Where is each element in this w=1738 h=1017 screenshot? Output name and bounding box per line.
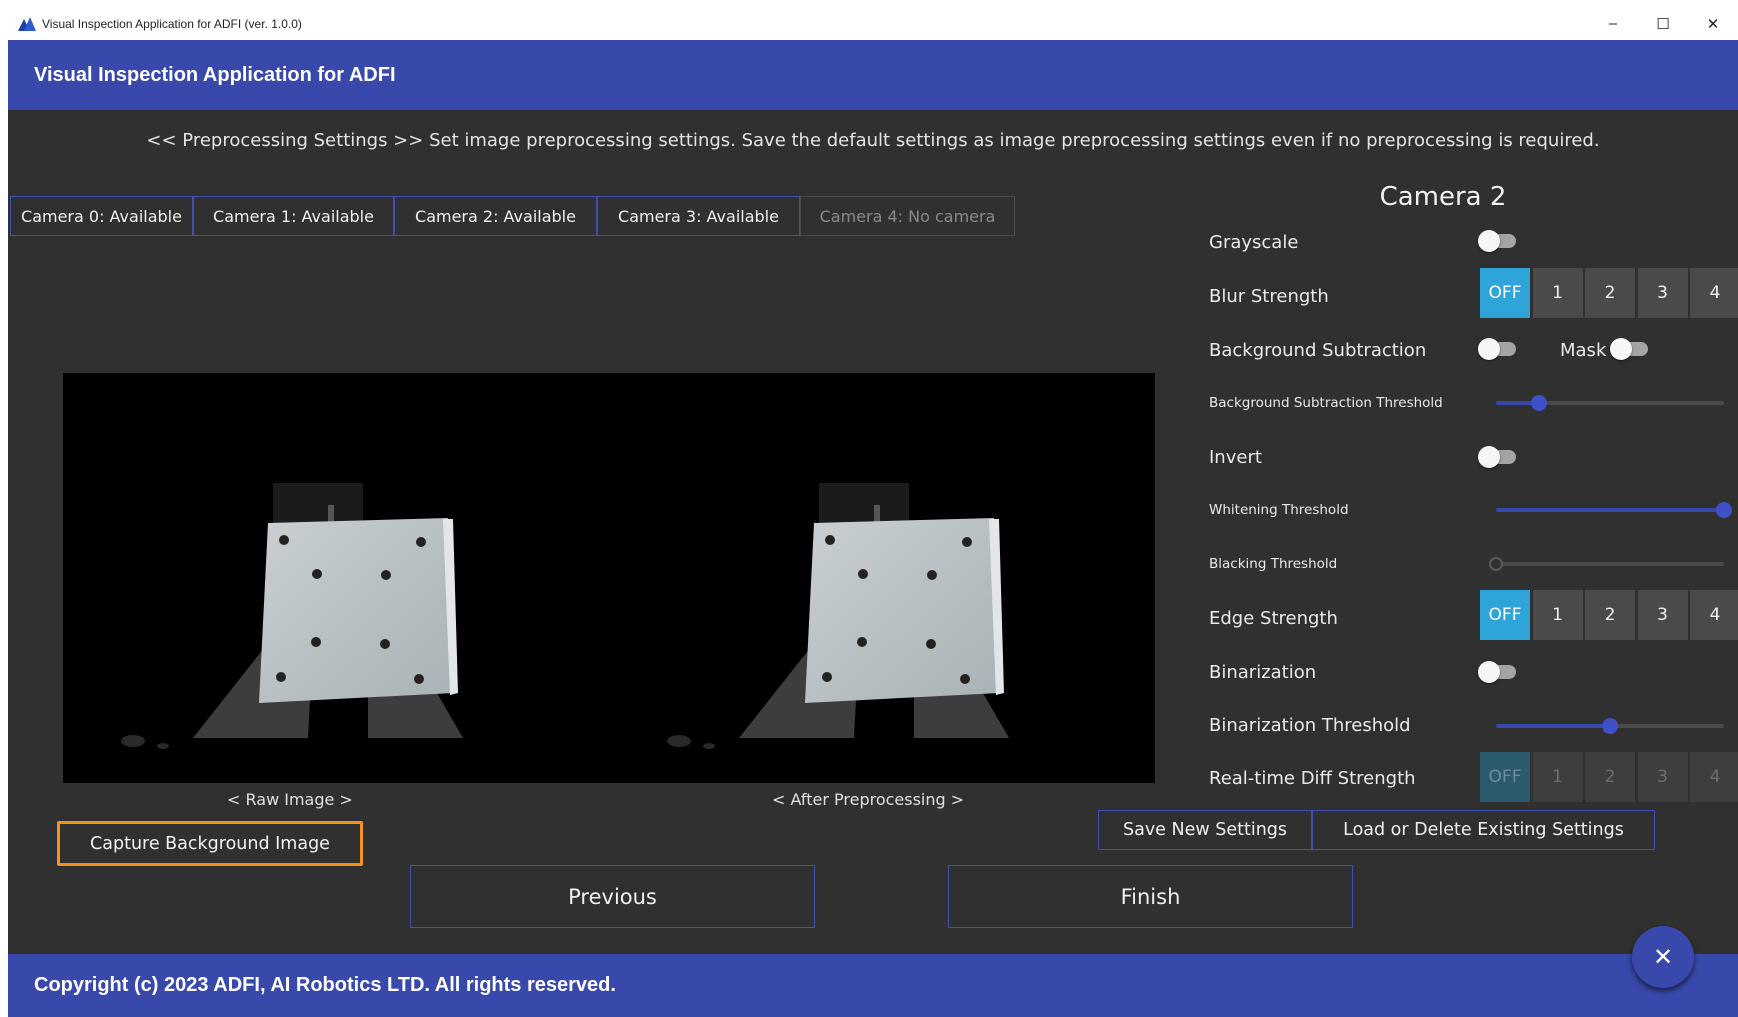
blacking-threshold-label: Blacking Threshold bbox=[1209, 556, 1338, 572]
binarization-threshold-label: Binarization Threshold bbox=[1209, 715, 1411, 736]
slider-thumb[interactable] bbox=[1716, 502, 1732, 518]
realtime-diff-strength-label: Real-time Diff Strength bbox=[1209, 768, 1416, 789]
capture-background-label: Capture Background Image bbox=[90, 833, 330, 854]
tab-camera-2[interactable]: Camera 2: Available bbox=[394, 196, 597, 236]
capture-background-button[interactable]: Capture Background Image bbox=[57, 821, 363, 866]
app-logo-icon bbox=[18, 16, 36, 31]
slider-thumb[interactable] bbox=[1489, 557, 1503, 571]
blur-option-1[interactable]: 1 bbox=[1532, 268, 1583, 318]
settings-actions: Save New Settings Load or Delete Existin… bbox=[1098, 810, 1655, 850]
edge-option-2[interactable]: 2 bbox=[1585, 590, 1635, 640]
window-title: Visual Inspection Application for ADFI (… bbox=[42, 16, 302, 31]
diff-option-off: OFF bbox=[1480, 752, 1530, 802]
raw-image bbox=[63, 373, 609, 783]
finish-button[interactable]: Finish bbox=[948, 865, 1353, 928]
main-content: << Preprocessing Settings >> Set image p… bbox=[8, 110, 1738, 954]
image-preview bbox=[63, 373, 1155, 783]
diff-option-1: 1 bbox=[1532, 752, 1583, 802]
binarization-label: Binarization bbox=[1209, 662, 1317, 683]
instruction-text: << Preprocessing Settings >> Set image p… bbox=[146, 130, 1600, 151]
raw-image-label: < Raw Image > bbox=[227, 790, 353, 809]
app-title: Visual Inspection Application for ADFI bbox=[34, 63, 396, 86]
close-icon: ✕ bbox=[1652, 943, 1674, 971]
window-titlebar: Visual Inspection Application for ADFI (… bbox=[8, 7, 1738, 40]
edge-option-1[interactable]: 1 bbox=[1532, 590, 1583, 640]
background-subtraction-label: Background Subtraction bbox=[1209, 340, 1427, 361]
slider-thumb[interactable] bbox=[1531, 395, 1548, 411]
previous-button[interactable]: Previous bbox=[410, 865, 815, 928]
blur-option-2[interactable]: 2 bbox=[1585, 268, 1635, 318]
settings-camera-title: Camera 2 bbox=[1379, 182, 1507, 212]
camera-tabs: Camera 0: Available Camera 1: Available … bbox=[10, 196, 1015, 236]
whitening-threshold-label: Whitening Threshold bbox=[1209, 502, 1349, 518]
slider-thumb[interactable] bbox=[1602, 718, 1618, 734]
edge-strength-selector: OFF 1 2 3 4 bbox=[1480, 590, 1738, 640]
edge-option-4[interactable]: 4 bbox=[1690, 590, 1738, 640]
background-subtraction-threshold-slider[interactable] bbox=[1496, 395, 1724, 411]
binarization-toggle[interactable] bbox=[1478, 661, 1518, 683]
processed-image bbox=[609, 373, 1155, 783]
invert-toggle[interactable] bbox=[1478, 446, 1518, 468]
background-subtraction-threshold-label: Background Subtraction Threshold bbox=[1209, 395, 1443, 411]
app-header: Visual Inspection Application for ADFI bbox=[8, 40, 1738, 110]
realtime-diff-strength-selector: OFF 1 2 3 4 bbox=[1480, 752, 1738, 802]
blur-option-4[interactable]: 4 bbox=[1690, 268, 1738, 318]
blur-option-off[interactable]: OFF bbox=[1480, 268, 1530, 318]
load-delete-settings-button[interactable]: Load or Delete Existing Settings bbox=[1312, 810, 1655, 850]
invert-label: Invert bbox=[1209, 447, 1262, 468]
diff-option-4: 4 bbox=[1690, 752, 1738, 802]
save-new-settings-button[interactable]: Save New Settings bbox=[1098, 810, 1312, 850]
processed-image-label: < After Preprocessing > bbox=[772, 790, 965, 809]
mask-label: Mask bbox=[1560, 340, 1607, 361]
tab-camera-3[interactable]: Camera 3: Available bbox=[597, 196, 800, 236]
blur-strength-label: Blur Strength bbox=[1209, 286, 1329, 307]
copyright-text: Copyright (c) 2023 ADFI, AI Robotics LTD… bbox=[34, 974, 616, 996]
diff-option-3: 3 bbox=[1637, 752, 1688, 802]
edge-option-off[interactable]: OFF bbox=[1480, 590, 1530, 640]
background-subtraction-toggle[interactable] bbox=[1478, 338, 1518, 360]
tab-camera-0[interactable]: Camera 0: Available bbox=[10, 196, 193, 236]
blacking-threshold-slider[interactable] bbox=[1489, 556, 1724, 572]
minimize-button[interactable]: – bbox=[1588, 7, 1638, 40]
whitening-threshold-slider[interactable] bbox=[1496, 502, 1732, 518]
close-fab-button[interactable]: ✕ bbox=[1632, 926, 1694, 988]
grayscale-label: Grayscale bbox=[1209, 232, 1299, 253]
grayscale-toggle[interactable] bbox=[1478, 230, 1518, 252]
diff-option-2: 2 bbox=[1585, 752, 1635, 802]
tab-camera-1[interactable]: Camera 1: Available bbox=[193, 196, 394, 236]
tab-camera-4: Camera 4: No camera bbox=[800, 196, 1015, 236]
blur-option-3[interactable]: 3 bbox=[1637, 268, 1688, 318]
blur-strength-selector: OFF 1 2 3 4 bbox=[1480, 268, 1738, 318]
binarization-threshold-slider[interactable] bbox=[1496, 718, 1724, 734]
mask-toggle[interactable] bbox=[1610, 338, 1650, 360]
maximize-button[interactable]: ☐ bbox=[1638, 7, 1688, 40]
edge-strength-label: Edge Strength bbox=[1209, 608, 1338, 629]
edge-option-3[interactable]: 3 bbox=[1637, 590, 1688, 640]
close-window-button[interactable]: ✕ bbox=[1688, 7, 1738, 40]
app-footer: Copyright (c) 2023 ADFI, AI Robotics LTD… bbox=[8, 954, 1738, 1017]
